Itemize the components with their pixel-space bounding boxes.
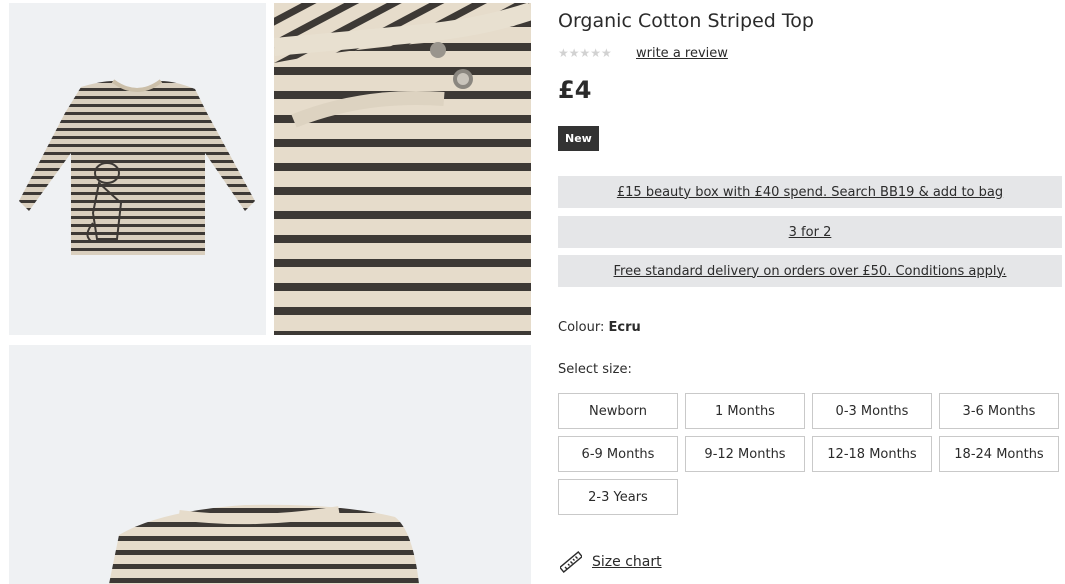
write-review-link[interactable]: write a review: [636, 46, 728, 61]
promo-beauty-box[interactable]: £15 beauty box with £40 spend. Search BB…: [558, 176, 1062, 208]
striped-top-front-image: [19, 79, 255, 255]
promo-3-for-2[interactable]: 3 for 2: [558, 216, 1062, 248]
select-size-label: Select size:: [558, 362, 632, 377]
size-option-9-12-months[interactable]: 9-12 Months: [685, 436, 805, 472]
size-option-12-18-months[interactable]: 12-18 Months: [812, 436, 932, 472]
size-option-0-3-months[interactable]: 0-3 Months: [812, 393, 932, 429]
size-option-1-months[interactable]: 1 Months: [685, 393, 805, 429]
size-option-3-6-months[interactable]: 3-6 Months: [939, 393, 1059, 429]
rating-row: ★★★★★ write a review: [558, 45, 728, 61]
size-option-18-24-months[interactable]: 18-24 Months: [939, 436, 1059, 472]
promo-free-delivery[interactable]: Free standard delivery on orders over £5…: [558, 255, 1062, 287]
size-option-newborn[interactable]: Newborn: [558, 393, 678, 429]
ruler-icon: [560, 551, 582, 573]
colour-row: Colour: Ecru: [558, 320, 641, 335]
size-chart-label: Size chart: [592, 554, 662, 570]
colour-value: Ecru: [608, 320, 641, 335]
star-rating: ★★★★★: [558, 46, 612, 60]
colour-label: Colour:: [558, 320, 605, 335]
size-chart-link[interactable]: Size chart: [560, 551, 662, 573]
new-badge: New: [558, 126, 599, 151]
product-image-front[interactable]: [9, 3, 266, 335]
product-image-neckline[interactable]: [274, 3, 531, 335]
product-price: £4: [558, 76, 592, 104]
size-option-6-9-months[interactable]: 6-9 Months: [558, 436, 678, 472]
product-image-back[interactable]: [9, 345, 531, 584]
striped-top-back-image: [109, 504, 419, 584]
neckline-closeup-image: [274, 3, 531, 335]
product-title: Organic Cotton Striped Top: [558, 10, 814, 32]
size-option-2-3-years[interactable]: 2-3 Years: [558, 479, 678, 515]
